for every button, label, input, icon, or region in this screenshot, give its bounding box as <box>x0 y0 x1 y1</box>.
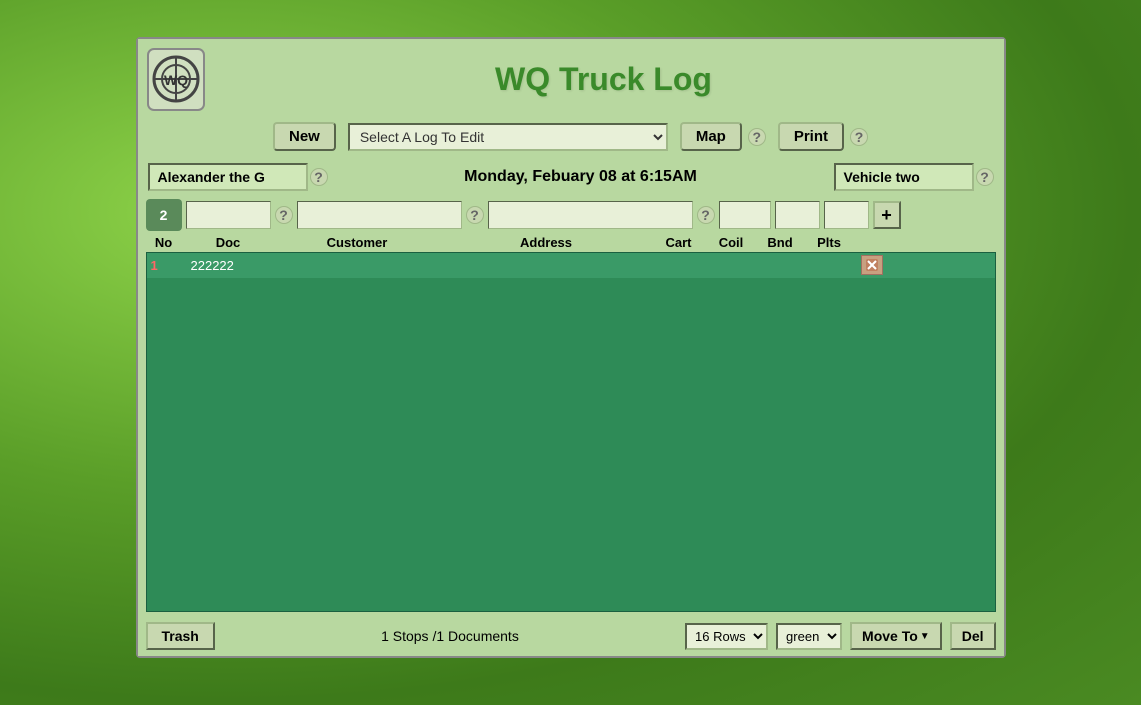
col-label-doc: Doc <box>186 235 271 250</box>
main-window: WQ WQ Truck Log New Select A Log To Edit… <box>136 37 1006 658</box>
empty-grid-area <box>147 278 995 588</box>
col-label-bnd: Bnd <box>758 235 803 250</box>
column-labels: No Doc Customer Address Cart Coil Bnd Pl… <box>146 233 996 252</box>
col-label-plts: Plts <box>807 235 852 250</box>
col-label-cart: Cart <box>653 235 705 250</box>
print-button[interactable]: Print <box>778 122 844 151</box>
move-to-button[interactable]: Move To ▼ <box>850 622 942 650</box>
col-label-no: No <box>146 235 182 250</box>
table-header-input-row: 2 ? ? ? + <box>146 199 996 231</box>
move-to-arrow-icon: ▼ <box>920 631 930 642</box>
del-button[interactable]: Del <box>950 622 996 650</box>
date-display: Monday, Febuary 08 at 6:15AM <box>336 168 826 186</box>
coil-input[interactable] <box>775 201 820 229</box>
driver-help-icon[interactable]: ? <box>310 168 328 186</box>
map-button[interactable]: Map <box>680 122 742 151</box>
cell-doc-1: 222222 <box>191 258 276 273</box>
driver-field[interactable]: Alexander the G <box>148 163 308 191</box>
trash-button[interactable]: Trash <box>146 622 215 650</box>
address-input[interactable] <box>488 201 693 229</box>
col-label-customer: Customer <box>275 235 440 250</box>
cart-input[interactable] <box>719 201 771 229</box>
row-delete-1[interactable] <box>861 255 891 275</box>
address-help-icon[interactable]: ? <box>697 206 715 224</box>
app-title: WQ Truck Log <box>216 61 992 98</box>
print-help-icon[interactable]: ? <box>850 128 868 146</box>
table-section: 2 ? ? ? + No Doc Customer Address Cart C… <box>138 195 1004 616</box>
col-label-coil: Coil <box>709 235 754 250</box>
data-grid: 1 222222 <box>146 252 996 612</box>
move-to-label: Move To <box>862 628 918 644</box>
info-bar: Alexander the G ? Monday, Febuary 08 at … <box>138 159 1004 195</box>
cell-no-1: 1 <box>151 258 187 273</box>
map-help-icon[interactable]: ? <box>748 128 766 146</box>
logo: WQ <box>146 47 206 112</box>
row-number-button[interactable]: 2 <box>146 199 182 231</box>
toolbar: New Select A Log To Edit Map ? Print ? <box>138 118 1004 159</box>
row-del-icon-1[interactable] <box>861 255 883 275</box>
customer-help-icon[interactable]: ? <box>466 206 484 224</box>
new-button[interactable]: New <box>273 122 336 151</box>
doc-input[interactable] <box>186 201 271 229</box>
footer: Trash 1 Stops /1 Documents 16 Rows 8 Row… <box>138 616 1004 656</box>
col-label-address: Address <box>444 235 649 250</box>
table-row[interactable]: 1 222222 <box>147 253 995 278</box>
select-log-dropdown[interactable]: Select A Log To Edit <box>348 123 668 151</box>
vehicle-field[interactable]: Vehicle two <box>834 163 974 191</box>
bnd-input[interactable] <box>824 201 869 229</box>
svg-text:WQ: WQ <box>163 72 187 88</box>
doc-help-icon[interactable]: ? <box>275 206 293 224</box>
add-row-button[interactable]: + <box>873 201 901 229</box>
vehicle-help-icon[interactable]: ? <box>976 168 994 186</box>
color-select[interactable]: green blue red <box>776 623 842 650</box>
stops-info: 1 Stops /1 Documents <box>223 628 677 644</box>
header: WQ WQ Truck Log <box>138 39 1004 118</box>
rows-select[interactable]: 16 Rows 8 Rows 32 Rows <box>685 623 768 650</box>
customer-input[interactable] <box>297 201 462 229</box>
